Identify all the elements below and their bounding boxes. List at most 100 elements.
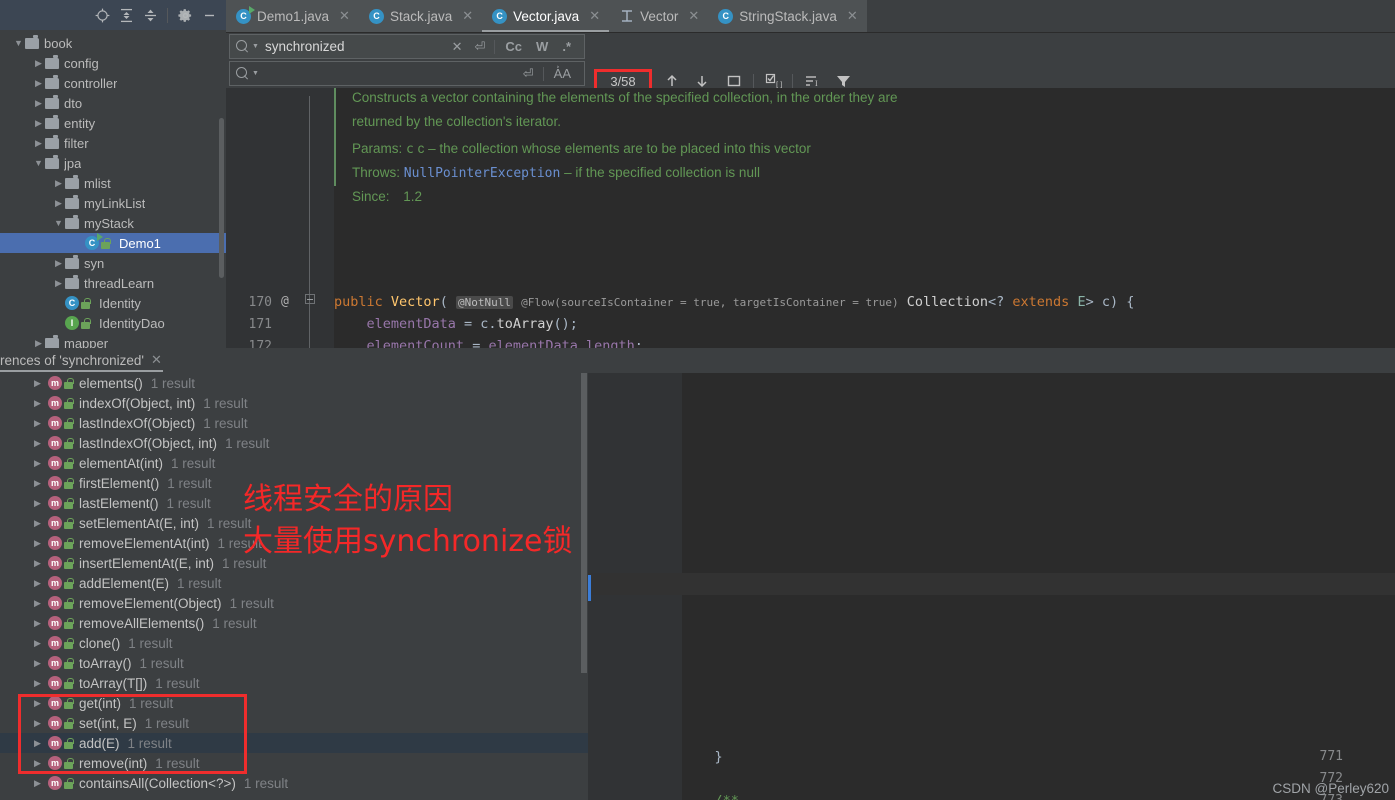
chevron-down-icon[interactable]: ▼	[32, 158, 45, 168]
chevron-right-icon[interactable]: ▶	[32, 338, 45, 349]
find-result-row[interactable]: ▶ m removeAllElements() 1 result	[0, 613, 588, 633]
tree-item-filter[interactable]: ▶ filter	[0, 133, 226, 153]
find-result-row[interactable]: ▶ m get(int) 1 result	[0, 693, 588, 713]
chevron-right-icon[interactable]: ▶	[34, 438, 48, 449]
chevron-right-icon[interactable]: ▶	[34, 478, 48, 489]
editor-tab-vector[interactable]: Vector ✕	[609, 0, 709, 32]
search-history-chevron-icon[interactable]: ▼	[252, 43, 259, 50]
editor-tab-stringstack-java[interactable]: C StringStack.java ✕	[708, 0, 867, 32]
settings-icon[interactable]	[174, 4, 196, 26]
chevron-right-icon[interactable]: ▶	[34, 778, 48, 789]
chevron-right-icon[interactable]: ▶	[32, 98, 45, 109]
tree-item-threadlearn[interactable]: ▶ threadLearn	[0, 273, 226, 293]
find-result-row[interactable]: ▶ m lastIndexOf(Object) 1 result	[0, 413, 588, 433]
editor-tab-vector-java[interactable]: C Vector.java ✕	[482, 0, 610, 32]
chevron-right-icon[interactable]: ▶	[34, 518, 48, 529]
tree-item-mystack[interactable]: ▼ myStack	[0, 213, 226, 233]
chevron-right-icon[interactable]: ▶	[34, 638, 48, 649]
replace-history-chevron-icon[interactable]: ▼	[252, 70, 259, 77]
find-result-row[interactable]: ▶ m add(E) 1 result	[0, 733, 588, 753]
chevron-right-icon[interactable]: ▶	[32, 58, 45, 69]
match-case-toggle[interactable]: Cc	[498, 39, 529, 54]
close-icon[interactable]: ✕	[151, 352, 162, 368]
bottom-code-line-773[interactable]: /**	[682, 793, 739, 800]
chevron-right-icon[interactable]: ▶	[32, 138, 45, 149]
editor-vector-java-bottom[interactable]: 7717727737747757767777787797807817827837…	[588, 373, 1395, 800]
close-tab-icon[interactable]: ✕	[339, 8, 350, 24]
expand-all-icon[interactable]	[115, 4, 137, 26]
tree-item-entity[interactable]: ▶ entity	[0, 113, 226, 133]
chevron-right-icon[interactable]: ▶	[34, 758, 48, 769]
find-result-row[interactable]: ▶ m toArray(T[]) 1 result	[0, 673, 588, 693]
chevron-right-icon[interactable]: ▶	[34, 678, 48, 689]
find-result-row[interactable]: ▶ m clone() 1 result	[0, 633, 588, 653]
close-tab-icon[interactable]: ✕	[688, 8, 699, 24]
code-line-171[interactable]: elementData = c.toArray();	[334, 316, 578, 332]
javadoc-throws-type[interactable]: NullPointerException	[404, 166, 561, 181]
chevron-right-icon[interactable]: ▶	[34, 538, 48, 549]
editor-gutter[interactable]: 170 171 172 173 174 175 176 @	[226, 88, 334, 348]
locate-icon[interactable]	[91, 4, 113, 26]
find-result-row[interactable]: ▶ m toArray() 1 result	[0, 653, 588, 673]
find-results-list[interactable]: ▶ m elements() 1 result ▶ m indexOf(Object, in…	[0, 373, 588, 800]
tree-item-mapper[interactable]: ▶ mapper	[0, 333, 226, 348]
tree-item-dto[interactable]: ▶ dto	[0, 93, 226, 113]
close-tab-icon[interactable]: ✕	[462, 8, 473, 24]
find-results-scrollbar[interactable]	[581, 373, 587, 673]
tree-item-identity[interactable]: ▶CIdentity	[0, 293, 226, 313]
preserve-case-icon[interactable]: A͐A	[547, 66, 578, 81]
replace-newline-icon[interactable]: ⏎	[517, 66, 540, 82]
tree-item-mlist[interactable]: ▶ mlist	[0, 173, 226, 193]
chevron-right-icon[interactable]: ▶	[34, 618, 48, 629]
find-results-tab[interactable]: rences of 'synchronized' ✕	[0, 348, 170, 372]
tree-item-syn[interactable]: ▶ syn	[0, 253, 226, 273]
search-input[interactable]: ▼ synchronized ✕ ⏎ Cc W .*	[229, 34, 585, 59]
project-tree[interactable]: ▼ book ▶ config ▶ controller ▶ dto ▶ entity ▶ filte…	[0, 30, 226, 348]
close-tab-icon[interactable]: ✕	[847, 8, 858, 24]
find-result-row[interactable]: ▶ m remove(int) 1 result	[0, 753, 588, 773]
words-toggle[interactable]: W	[529, 39, 555, 54]
chevron-right-icon[interactable]: ▶	[34, 718, 48, 729]
tree-item-mylinklist[interactable]: ▶ myLinkList	[0, 193, 226, 213]
close-tab-icon[interactable]: ✕	[589, 8, 600, 24]
chevron-right-icon[interactable]: ▶	[34, 658, 48, 669]
chevron-right-icon[interactable]: ▶	[34, 578, 48, 589]
chevron-right-icon[interactable]: ▶	[52, 278, 65, 289]
code-line-172[interactable]: elementCount = elementData.length;	[334, 338, 643, 348]
find-result-row[interactable]: ▶ m containsAll(Collection<?>) 1 result	[0, 773, 588, 793]
chevron-right-icon[interactable]: ▶	[34, 418, 48, 429]
bottom-code-line-771[interactable]: }	[682, 749, 723, 765]
chevron-right-icon[interactable]: ▶	[34, 458, 48, 469]
tree-item-controller[interactable]: ▶ controller	[0, 73, 226, 93]
tree-item-book[interactable]: ▼ book	[0, 33, 226, 53]
search-newline-icon[interactable]: ⏎	[469, 39, 492, 55]
chevron-right-icon[interactable]: ▶	[32, 118, 45, 129]
chevron-right-icon[interactable]: ▶	[52, 258, 65, 269]
chevron-right-icon[interactable]: ▶	[32, 78, 45, 89]
collapse-all-icon[interactable]	[139, 4, 161, 26]
chevron-right-icon[interactable]: ▶	[34, 558, 48, 569]
chevron-right-icon[interactable]: ▶	[34, 738, 48, 749]
editor-tab-demo1-java[interactable]: C Demo1.java ✕	[226, 0, 359, 32]
find-result-row[interactable]: ▶ m set(int, E) 1 result	[0, 713, 588, 733]
regex-toggle[interactable]: .*	[555, 39, 578, 54]
code-line-170[interactable]: public Vector( @NotNull @Flow(sourceIsCo…	[334, 294, 1134, 310]
tree-item-jpa[interactable]: ▼ jpa	[0, 153, 226, 173]
find-result-row[interactable]: ▶ m addElement(E) 1 result	[0, 573, 588, 593]
editor-tab-stack-java[interactable]: C Stack.java ✕	[358, 0, 483, 32]
find-result-row[interactable]: ▶ m lastIndexOf(Object, int) 1 result	[0, 433, 588, 453]
annotation-gutter-marker[interactable]: @	[281, 294, 289, 309]
project-tree-scrollbar[interactable]	[219, 118, 224, 278]
chevron-right-icon[interactable]: ▶	[34, 378, 48, 389]
chevron-right-icon[interactable]: ▶	[52, 198, 65, 209]
chevron-down-icon[interactable]: ▼	[52, 218, 65, 228]
minimize-icon[interactable]	[198, 4, 220, 26]
find-result-row[interactable]: ▶ m elementAt(int) 1 result	[0, 453, 588, 473]
find-result-row[interactable]: ▶ m indexOf(Object, int) 1 result	[0, 393, 588, 413]
chevron-right-icon[interactable]: ▶	[34, 698, 48, 709]
find-result-row[interactable]: ▶ m elements() 1 result	[0, 373, 588, 393]
clear-search-icon[interactable]: ✕	[446, 39, 469, 55]
fold-collapse-icon[interactable]	[305, 294, 315, 304]
tree-item-demo1[interactable]: ▶CDemo1	[0, 233, 226, 253]
editor-vector-java[interactable]: 170 171 172 173 174 175 176 @ Constructs…	[226, 88, 1395, 348]
